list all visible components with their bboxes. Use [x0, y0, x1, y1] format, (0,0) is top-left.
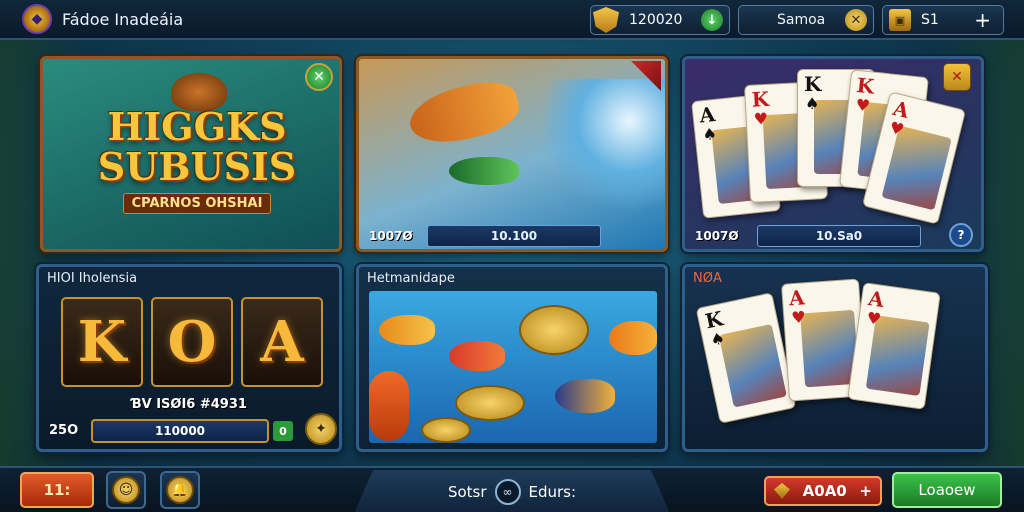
card-art: [881, 125, 952, 211]
add-gems-button[interactable]: +: [974, 8, 991, 32]
card-rank: A: [788, 285, 806, 311]
fish-icon: [379, 315, 435, 345]
card-rank: A: [866, 286, 886, 313]
gem-icon: [774, 483, 790, 499]
stat-left: 1007Ø: [695, 229, 739, 243]
game-tile-letters[interactable]: HIOI Iholensia K O A ƁV ISØI6 #4931 25O …: [36, 264, 342, 452]
card-rank: K: [804, 72, 822, 96]
coin-amount: 120020: [629, 12, 683, 28]
bet-button[interactable]: A0A0 +: [764, 476, 882, 506]
card-art: [718, 323, 787, 408]
tile-label: HIOI Iholensia: [47, 271, 138, 286]
menu-button[interactable]: 11:: [20, 472, 94, 508]
letter-tile: A: [241, 297, 323, 387]
logo-line-1: HIGGKS: [107, 104, 287, 149]
play-button[interactable]: Loaoew: [892, 472, 1002, 508]
fish-icon: [449, 341, 505, 371]
fish-icon: [369, 371, 409, 441]
bell-button[interactable]: 🔔: [160, 471, 200, 509]
card-suit-icon: ♥: [790, 307, 807, 328]
card-suit-icon: ♠: [708, 328, 727, 350]
tile-label: Hetmanidape: [367, 271, 455, 286]
app-logo-icon[interactable]: ◆: [22, 4, 52, 34]
card-rank: K: [751, 86, 770, 112]
bet-left-value: 25O: [49, 423, 79, 438]
bet-plus[interactable]: +: [859, 482, 872, 500]
tool-icon[interactable]: ✕: [845, 9, 867, 31]
fish-icon: [555, 379, 615, 413]
card-suit-icon: ♥: [854, 94, 871, 116]
bet-value: A0A0: [802, 482, 847, 500]
card-rank: A: [698, 102, 717, 128]
coin-icon[interactable]: ✦: [305, 413, 337, 445]
stat-bar: 10.Sa0: [757, 225, 921, 247]
gem-amount: S1: [921, 12, 939, 28]
sea-scene: [369, 291, 657, 443]
logo-subtitle: CPARNOS OHSHAI: [122, 193, 272, 214]
game-tile-cards-bottom[interactable]: NØA K ♠ A ♥ A ♥: [682, 264, 988, 452]
card-suit-icon: ♠: [805, 94, 820, 113]
orange-fish-icon: [404, 74, 524, 152]
coin-balance[interactable]: 120020 ↓: [590, 5, 730, 35]
stat-bar: 10.100: [427, 225, 601, 247]
card-rank: K: [855, 72, 876, 99]
center-left-label: Sotsr: [447, 483, 487, 501]
tile-label: NØA: [693, 271, 722, 286]
cards-stats: 1007Ø 10.Sa0: [695, 225, 921, 247]
green-fish-icon: [449, 157, 519, 185]
close-icon[interactable]: ✕: [943, 63, 971, 91]
bet-bar: 110000: [91, 419, 269, 443]
bonus-text: ƁV ISØI6 #4931: [131, 397, 247, 412]
wave-decor: [545, 79, 665, 219]
game-tile-cards-top[interactable]: A ♠ K ♥ K ♠ K ♥ A ♥ ✕ 1007Ø 10.Sa0 ?: [682, 56, 984, 252]
card-suit-icon: ♥: [865, 308, 883, 329]
profile-button[interactable]: ☺: [106, 471, 146, 509]
top-bar: ◆ Fádoe Inadeáia 120020 ↓ Samoa ✕ ▣ S1 +: [0, 0, 1024, 40]
logo-line-2: SUBUSIS: [97, 144, 297, 189]
game-tile-fishing[interactable]: 1007Ø 10.100: [356, 56, 668, 252]
download-icon[interactable]: ↓: [701, 9, 723, 31]
go-button[interactable]: 0: [273, 421, 293, 441]
gem-balance[interactable]: ▣ S1 +: [882, 5, 1004, 35]
center-right-label: Edurs:: [528, 483, 577, 501]
coin-icon: [421, 417, 471, 443]
bell-icon: 🔔: [166, 476, 194, 504]
link-icon[interactable]: ∞: [494, 479, 521, 505]
center-tab[interactable]: Sotsr ∞ Edurs:: [354, 470, 670, 512]
letter-tile: K: [61, 297, 143, 387]
stat-left: 1007Ø: [369, 229, 413, 243]
mode-selector[interactable]: Samoa ✕: [738, 5, 874, 35]
mode-label: Samoa: [777, 12, 826, 28]
playing-card: A ♥: [847, 282, 941, 410]
game-tile-sea[interactable]: Hetmanidape: [356, 264, 668, 452]
shield-coin-icon: [593, 7, 619, 33]
close-icon[interactable]: ✕: [305, 63, 333, 91]
playing-card: K ♠: [695, 292, 797, 424]
game-tile-logo[interactable]: HIGGKS SUBUSIS CPARNOS OHSHAI ✕: [40, 56, 342, 252]
coin-icon: [519, 305, 589, 355]
profile-icon: ☺: [112, 476, 140, 504]
help-icon[interactable]: ?: [949, 223, 973, 247]
fish-icon: [609, 321, 657, 355]
card-suit-icon: ♠: [701, 123, 718, 145]
letter-tile: O: [151, 297, 233, 387]
bottom-bar: 11: ☺ 🔔 Sotsr ∞ Edurs: A0A0 + Loaoew: [0, 466, 1024, 512]
app-title: Fádoe Inadeáia: [62, 10, 184, 29]
chest-icon: ▣: [889, 9, 911, 31]
fishing-stats: 1007Ø 10.100: [369, 225, 601, 247]
game-logo: HIGGKS SUBUSIS CPARNOS OHSHAI: [77, 107, 317, 214]
card-suit-icon: ♥: [753, 108, 769, 129]
coin-icon: [455, 385, 525, 421]
